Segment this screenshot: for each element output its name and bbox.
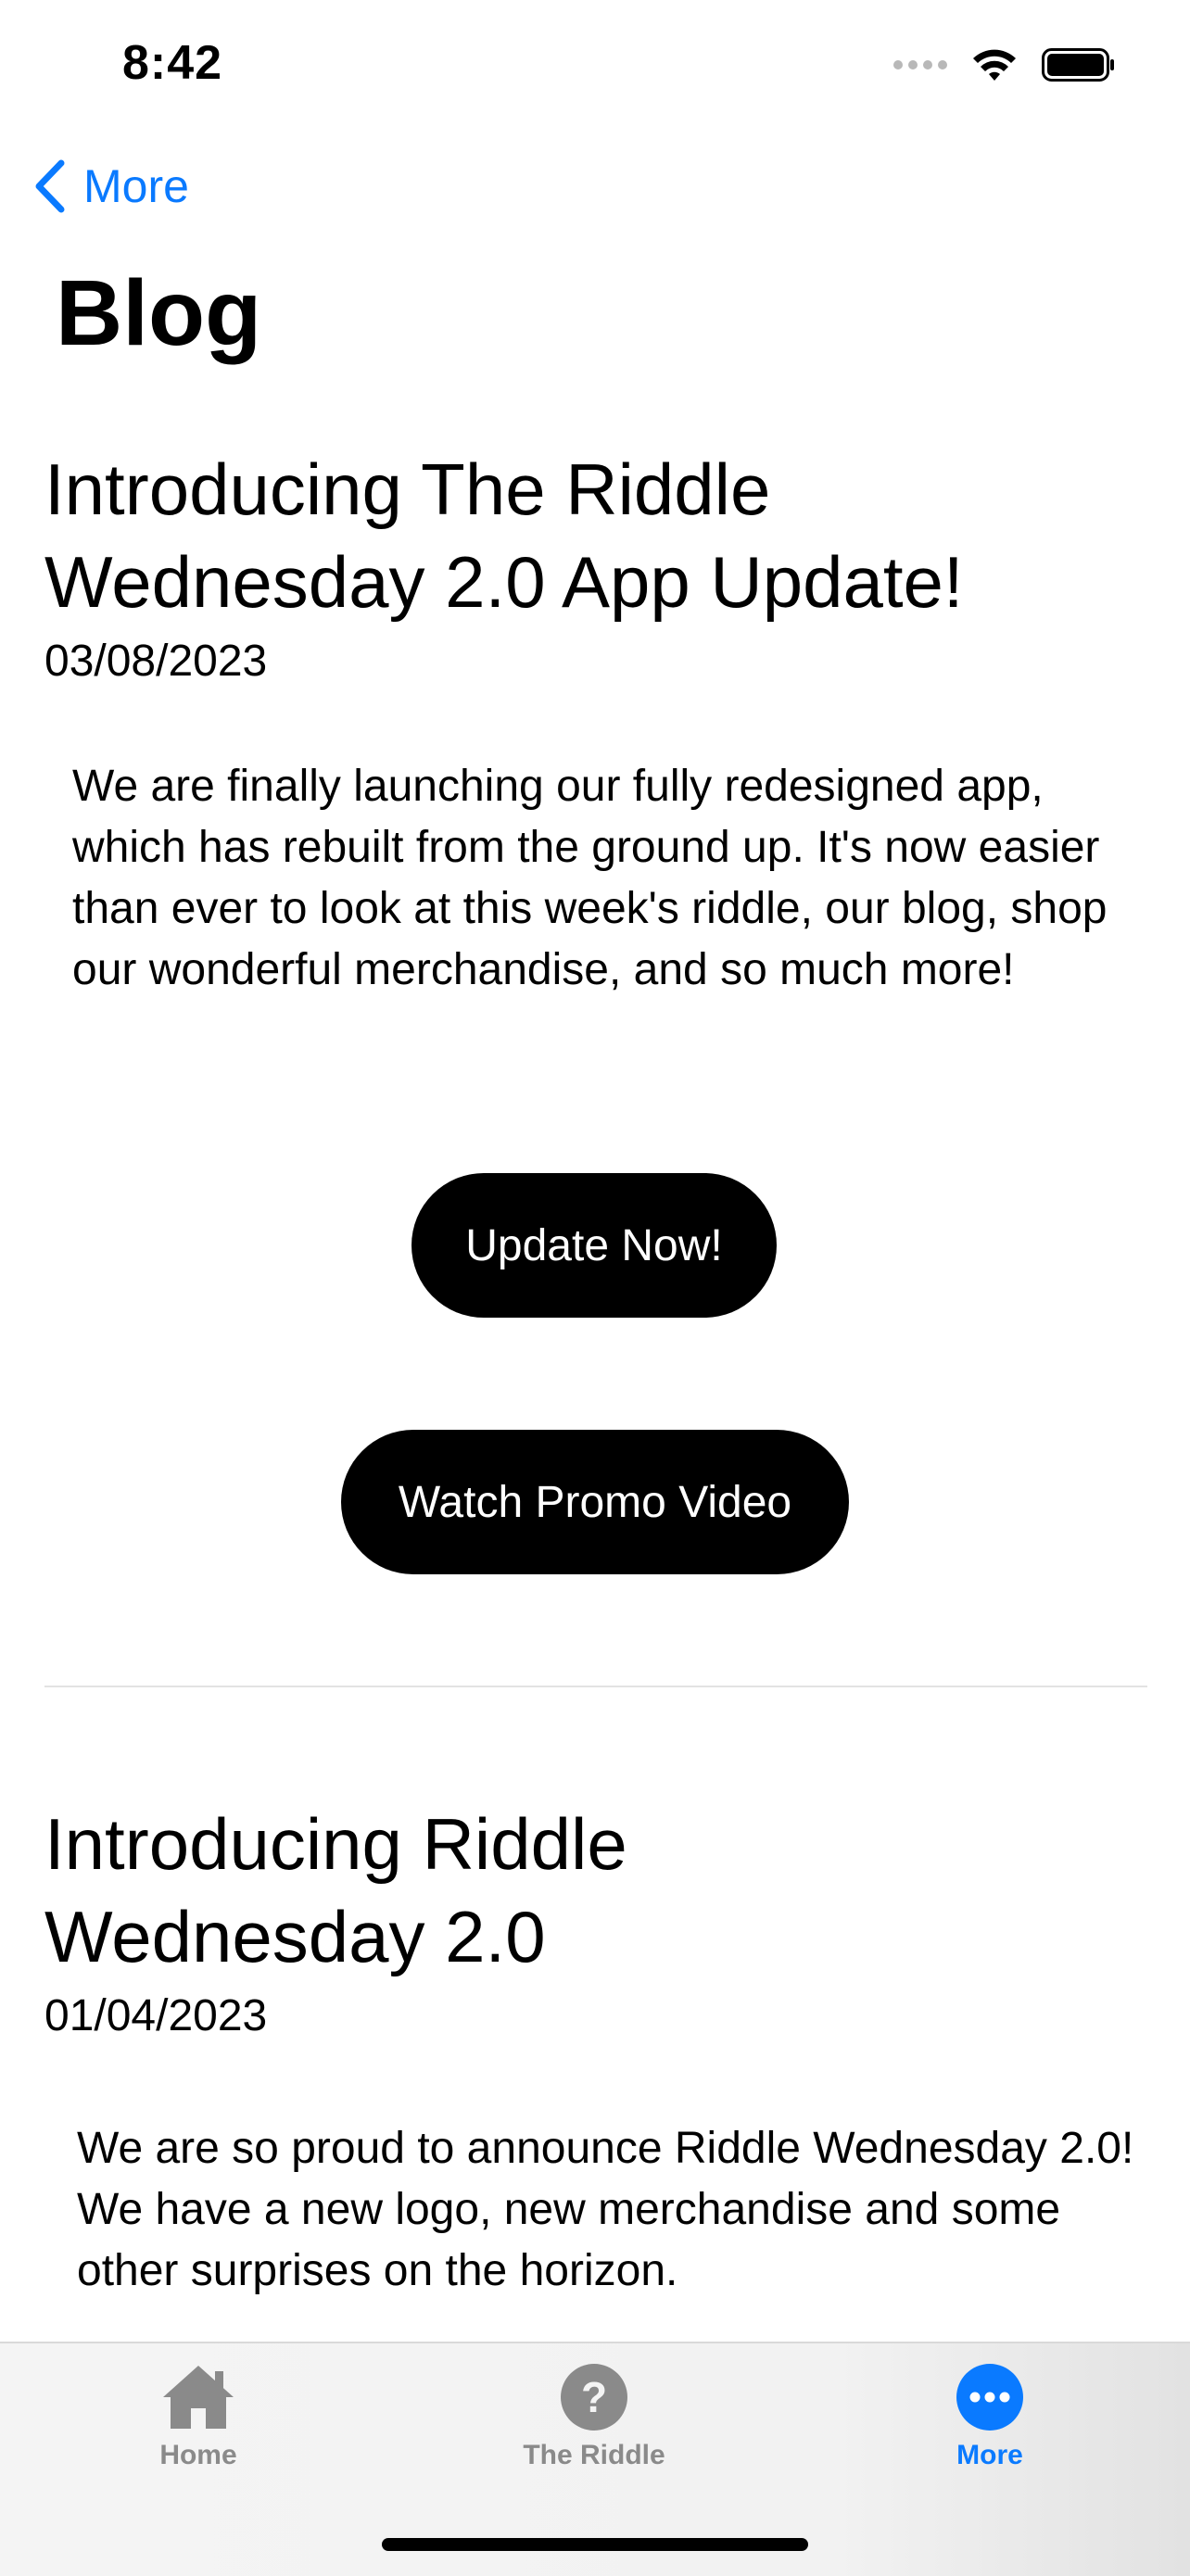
wifi-icon [973, 49, 1016, 81]
post-title: Introducing Riddle Wednesday 2.0 [44, 1798, 1147, 1983]
back-button-label: More [83, 160, 189, 212]
ellipsis-circle-icon [956, 2364, 1023, 2431]
post-title-line: Introducing The Riddle [44, 448, 771, 530]
tab-label: More [956, 2440, 1023, 2470]
home-indicator [382, 2538, 808, 2551]
post-body: We are finally launching our fully redes… [72, 762, 1108, 994]
tab-label: Home [159, 2440, 237, 2470]
blog-post: Introducing The Riddle Wednesday 2.0 App… [44, 443, 1147, 1001]
status-icons [893, 46, 1116, 83]
battery-icon [1042, 48, 1114, 82]
post-body: We are so proud to announce Riddle Wedne… [77, 2124, 1134, 2295]
tab-home[interactable]: Home [78, 2362, 319, 2471]
post-title-line: Wednesday 2.0 [44, 1896, 546, 1977]
post-title-line: Wednesday 2.0 App Update! [44, 541, 964, 623]
divider [44, 1686, 1147, 1687]
blog-post: Introducing Riddle Wednesday 2.0 01/04/2… [44, 1798, 1147, 2302]
update-now-button[interactable]: Update Now! [411, 1173, 777, 1318]
status-time: 8:42 [122, 36, 223, 90]
status-bar: 8:42 [0, 0, 1190, 130]
tab-more[interactable]: More [869, 2362, 1110, 2471]
cellular-signal-icon [893, 60, 947, 69]
page-title: Blog [56, 261, 262, 365]
question-circle-icon: ? [561, 2364, 627, 2431]
house-icon [163, 2366, 234, 2429]
post-date: 03/08/2023 [44, 637, 268, 686]
watch-promo-video-button[interactable]: Watch Promo Video [341, 1430, 849, 1574]
svg-text:?: ? [581, 2373, 607, 2421]
chevron-left-icon [35, 159, 65, 213]
post-title: Introducing The Riddle Wednesday 2.0 App… [44, 443, 1147, 628]
post-date: 01/04/2023 [44, 1991, 268, 2040]
tab-label: The Riddle [523, 2440, 665, 2470]
post-title-line: Introducing Riddle [44, 1803, 627, 1885]
back-button[interactable]: More [33, 159, 189, 213]
tab-the-riddle[interactable]: ? The Riddle [474, 2362, 715, 2471]
